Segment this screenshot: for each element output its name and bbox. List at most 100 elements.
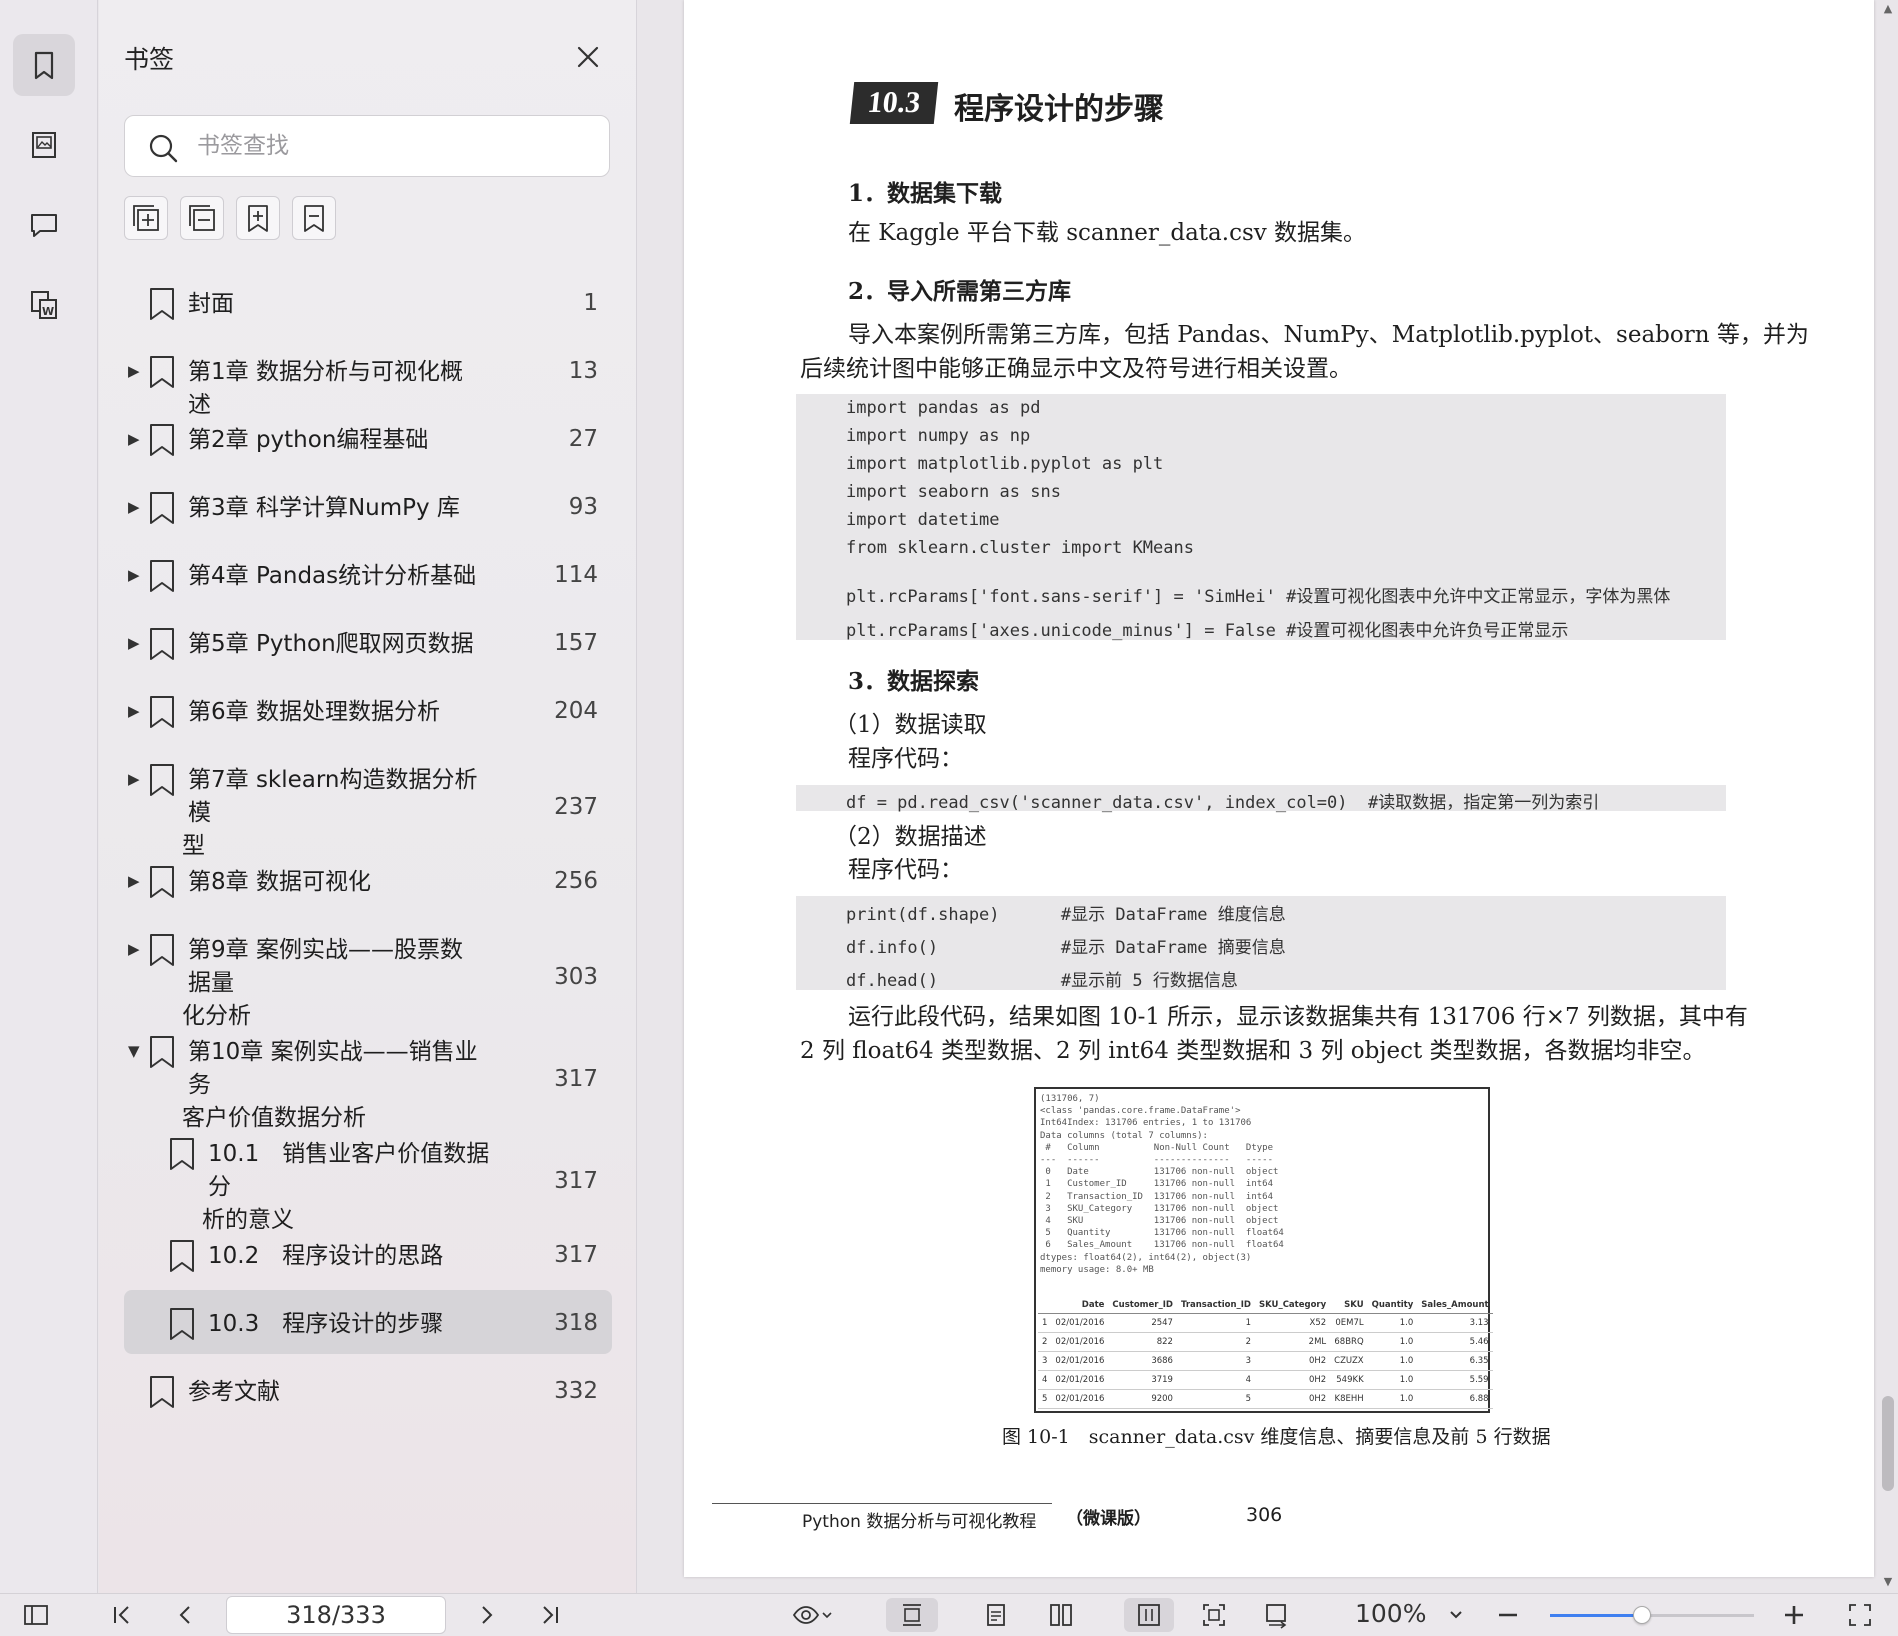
figure-info-text: (131706, 7) <class 'pandas.core.frame.Da… (1040, 1094, 1284, 1275)
fullscreen-button[interactable] (1842, 1598, 1878, 1632)
table-header-cell: SKU (1330, 1297, 1368, 1314)
table-cell: 3.13 (1417, 1313, 1493, 1333)
bookmark-icon (150, 764, 174, 796)
next-page-button[interactable] (468, 1598, 504, 1632)
bookmark-page-number: 1 (583, 290, 598, 316)
two-page-button[interactable] (1043, 1598, 1079, 1632)
bookmark-item[interactable]: 10.1 销售业客户价值数据分 析的意义 317 (124, 1120, 612, 1233)
bookmark-item[interactable]: ▶ 第6章 数据处理数据分析 204 (124, 678, 612, 746)
scroll-down-arrow[interactable]: ▼ (1880, 1575, 1896, 1589)
bookmark-panel-button[interactable] (13, 34, 75, 96)
bookmark-label: 第3章 科学计算NumPy 库 (188, 492, 478, 525)
code-line: import numpy as np (846, 426, 1031, 446)
bookmark-item[interactable]: ▶ 第4章 Pandas统计分析基础 114 (124, 542, 612, 610)
table-cell: 1.0 (1367, 1351, 1418, 1371)
bookmark-page-number: 317 (554, 1242, 598, 1268)
bookmark-panel: 书签 封面1▶第1章 数据分析与可视化概述13▶第2章 python编程基础27… (99, 0, 637, 1593)
bookmark-label-line: 第6章 数据处理数据分析 (188, 699, 440, 725)
table-cell: 2 (1038, 1332, 1052, 1352)
document-viewport[interactable]: 10.3 程序设计的步骤 1．数据集下载 在 Kaggle 平台下载 scann… (638, 0, 1898, 1593)
code-line: import datetime (846, 510, 1000, 530)
table-cell: 02/01/2016 (1051, 1351, 1109, 1371)
bookmark-label-line: 10.1 销售业客户价值数据分 (208, 1141, 490, 1200)
add-bookmark-button[interactable] (236, 196, 280, 240)
figure-head-table: Date Customer_ID Transaction_ID SKU_Categor… (1038, 1297, 1493, 1409)
remove-bookmark-button[interactable] (292, 196, 336, 240)
table-cell: 2ML (1254, 1332, 1331, 1352)
previous-page-button[interactable] (168, 1598, 204, 1632)
bookmark-item[interactable]: 10.3 程序设计的步骤 318 (124, 1290, 612, 1354)
bookmark-label-line: 10.2 程序设计的思路 (208, 1243, 444, 1269)
word-convert-button[interactable]: W (13, 274, 75, 336)
bookmark-item[interactable]: 封面 1 (124, 270, 612, 338)
last-page-icon (543, 1606, 558, 1624)
expand-triangle-icon[interactable]: ▶ (128, 498, 140, 516)
thumbnail-panel-button[interactable] (13, 114, 75, 176)
expand-triangle-icon[interactable]: ▶ (128, 872, 140, 890)
bookmark-icon (170, 1240, 194, 1272)
bookmark-label-line: 参考文献 (188, 1379, 280, 1405)
bookmark-item[interactable]: 参考文献 332 (124, 1358, 612, 1426)
document-page: 10.3 程序设计的步骤 1．数据集下载 在 Kaggle 平台下载 scann… (684, 0, 1874, 1577)
expand-triangle-icon[interactable]: ▶ (128, 770, 140, 788)
minus-icon (1499, 1613, 1517, 1617)
table-header-cell: Customer_ID (1108, 1297, 1177, 1314)
bookmark-item[interactable]: ▶ 第7章 sklearn构造数据分析模型 237 (124, 746, 612, 859)
bookmark-label: 第5章 Python爬取网页数据 (188, 628, 478, 661)
bookmark-tools (124, 196, 336, 240)
table-cell: 3686 (1108, 1351, 1177, 1371)
bottom-toolbar: 318/333 100% (0, 1593, 1898, 1636)
left-icon-rail: W (0, 0, 98, 1593)
collapse-all-button[interactable] (180, 196, 224, 240)
bookmark-item[interactable]: ▶ 第8章 数据可视化 256 (124, 848, 612, 916)
first-page-button[interactable] (104, 1598, 140, 1632)
expand-triangle-icon[interactable]: ▶ (128, 362, 140, 380)
figure-caption: 图 10-1 scanner_data.csv 维度信息、摘要信息及前 5 行数… (1002, 1426, 1551, 1448)
close-icon[interactable] (573, 42, 603, 72)
expand-triangle-icon[interactable]: ▶ (128, 702, 140, 720)
scrollbar-thumb[interactable] (1882, 1396, 1894, 1491)
fit-width-button[interactable] (886, 1598, 938, 1632)
zoom-slider-knob[interactable] (1632, 1606, 1651, 1624)
zoom-out-button[interactable] (1490, 1598, 1526, 1632)
bookmark-item[interactable]: ▶ 第1章 数据分析与可视化概述 13 (124, 338, 612, 418)
scroll-up-arrow[interactable]: ▲ (1880, 2, 1896, 16)
toggle-sidebar-button[interactable] (18, 1598, 54, 1632)
bookmark-item[interactable]: 10.2 程序设计的思路 317 (124, 1222, 612, 1290)
single-page-button[interactable] (978, 1598, 1014, 1632)
expand-triangle-icon[interactable]: ▶ (128, 566, 140, 584)
bookmark-item[interactable]: ▼ 第10章 案例实战——销售业务 客户价值数据分析 317 (124, 1018, 612, 1131)
paragraph-import-line1: 导入本案例所需第三方库，包括 Pandas、NumPy、Matplotlib.p… (848, 322, 1809, 348)
zoom-dropdown-button[interactable] (1438, 1598, 1474, 1632)
zoom-in-button[interactable] (1776, 1598, 1812, 1632)
zoom-level[interactable]: 100% (1355, 1599, 1426, 1628)
expand-triangle-icon[interactable]: ▶ (128, 430, 140, 448)
bookmark-icon (150, 628, 174, 660)
bookmark-search-input[interactable] (197, 126, 587, 166)
collapse-triangle-icon[interactable]: ▼ (128, 1042, 140, 1060)
table-cell: 02/01/2016 (1051, 1313, 1109, 1333)
rotate-button[interactable] (1258, 1598, 1294, 1632)
fit-page-button[interactable] (1196, 1598, 1232, 1632)
paragraph-import-line2: 后续统计图中能够正确显示中文及符号进行相关设置。 (800, 356, 1352, 382)
bookmark-icon (150, 934, 174, 966)
expand-all-button[interactable] (124, 196, 168, 240)
bookmark-page-number: 318 (554, 1310, 598, 1336)
last-page-button[interactable] (532, 1598, 568, 1632)
vertical-scrollbar[interactable] (1878, 0, 1898, 1593)
table-cell: K8EHH (1330, 1389, 1368, 1409)
bookmark-item[interactable]: ▶ 第5章 Python爬取网页数据 157 (124, 610, 612, 678)
page-number-input[interactable]: 318/333 (226, 1596, 446, 1634)
continuous-scroll-button[interactable] (1124, 1598, 1174, 1632)
table-cell: 5 (1038, 1389, 1052, 1409)
reading-mode-dropdown[interactable] (780, 1598, 844, 1632)
expand-triangle-icon[interactable]: ▶ (128, 940, 140, 958)
chevron-left-icon (179, 1606, 190, 1624)
code-block-describe: print(df.shape) #显示 DataFrame 维度信息 df.in… (796, 896, 1726, 991)
bookmark-item[interactable]: ▶ 第2章 python编程基础 27 (124, 406, 612, 474)
bookmark-item[interactable]: ▶ 第9章 案例实战——股票数据量 化分析 303 (124, 916, 612, 1029)
expand-triangle-icon[interactable]: ▶ (128, 634, 140, 652)
remove-bookmark-icon (304, 205, 324, 232)
comment-panel-button[interactable] (13, 194, 75, 256)
bookmark-item[interactable]: ▶ 第3章 科学计算NumPy 库 93 (124, 474, 612, 542)
